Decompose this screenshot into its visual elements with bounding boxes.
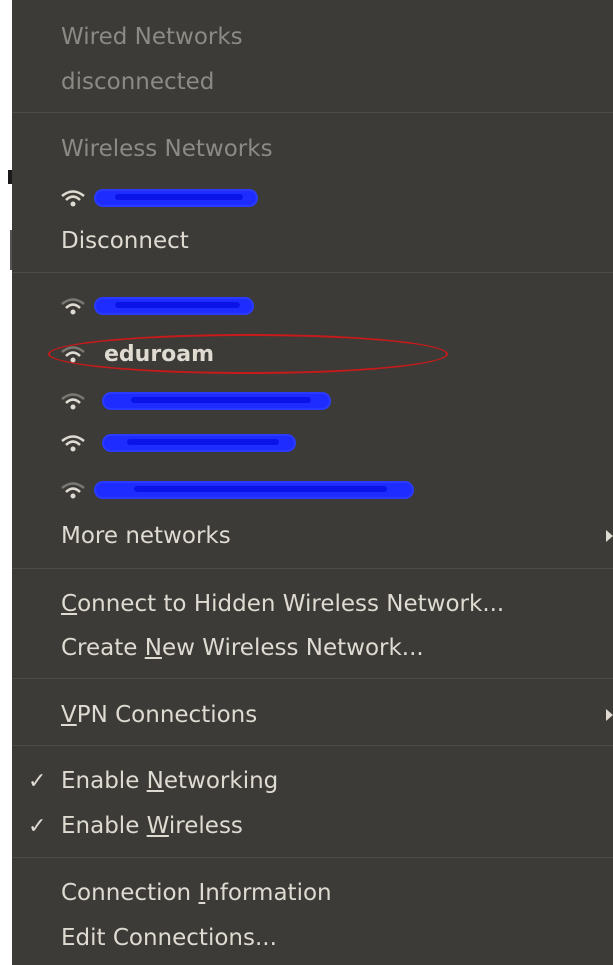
wifi-signal-icon bbox=[60, 433, 86, 453]
checkmark-icon: ✓ bbox=[28, 768, 47, 794]
mnemonic: N bbox=[146, 768, 164, 794]
separator bbox=[12, 745, 613, 746]
disconnect-item[interactable]: Disconnect bbox=[12, 226, 613, 256]
mnemonic: V bbox=[61, 702, 77, 728]
redacted-network-name bbox=[96, 299, 252, 313]
edit-connections-item[interactable]: Edit Connections... bbox=[12, 923, 613, 953]
vpn-connections-item[interactable]: VPN Connections bbox=[12, 700, 613, 730]
separator bbox=[12, 272, 613, 273]
wireless-networks-header: Wireless Networks bbox=[61, 136, 273, 162]
create-new-network-item[interactable]: Create New Wireless Network... bbox=[12, 633, 613, 663]
redacted-network-name bbox=[96, 191, 256, 205]
checkmark-icon: ✓ bbox=[28, 813, 47, 839]
wifi-signal-icon bbox=[60, 188, 86, 208]
highlight-annotation-ellipse bbox=[48, 334, 448, 374]
mnemonic: W bbox=[146, 813, 169, 839]
redacted-network-name bbox=[96, 483, 412, 497]
submenu-arrow-icon bbox=[606, 530, 613, 542]
wifi-signal-icon bbox=[60, 480, 86, 500]
redacted-network-name bbox=[104, 436, 294, 450]
background-window-edge bbox=[0, 0, 12, 965]
wifi-signal-icon bbox=[60, 296, 86, 316]
enable-wireless-toggle[interactable]: ✓ Enable Wireless bbox=[12, 811, 613, 841]
more-networks-item[interactable]: More networks bbox=[12, 521, 613, 551]
wired-status: disconnected bbox=[61, 69, 215, 95]
wireless-network-connected[interactable] bbox=[12, 183, 613, 213]
connect-hidden-network-item[interactable]: Connect to Hidden Wireless Network... bbox=[12, 589, 613, 619]
separator bbox=[12, 857, 613, 858]
wired-networks-header: Wired Networks bbox=[61, 24, 243, 50]
wifi-signal-icon bbox=[60, 391, 86, 411]
wireless-network-item[interactable] bbox=[12, 475, 613, 505]
network-indicator-menu: Wired Networks disconnected Wireless Net… bbox=[12, 0, 613, 965]
separator bbox=[12, 678, 613, 679]
wireless-network-item[interactable] bbox=[12, 291, 613, 321]
wireless-network-item[interactable] bbox=[12, 428, 613, 458]
wireless-network-item[interactable] bbox=[12, 386, 613, 416]
separator bbox=[12, 112, 613, 113]
mnemonic: N bbox=[144, 635, 162, 661]
connection-information-item[interactable]: Connection Information bbox=[12, 878, 613, 908]
separator bbox=[12, 568, 613, 569]
enable-networking-toggle[interactable]: ✓ Enable Networking bbox=[12, 766, 613, 796]
mnemonic: C bbox=[61, 591, 78, 617]
submenu-arrow-icon bbox=[606, 709, 613, 721]
redacted-network-name bbox=[104, 394, 329, 408]
